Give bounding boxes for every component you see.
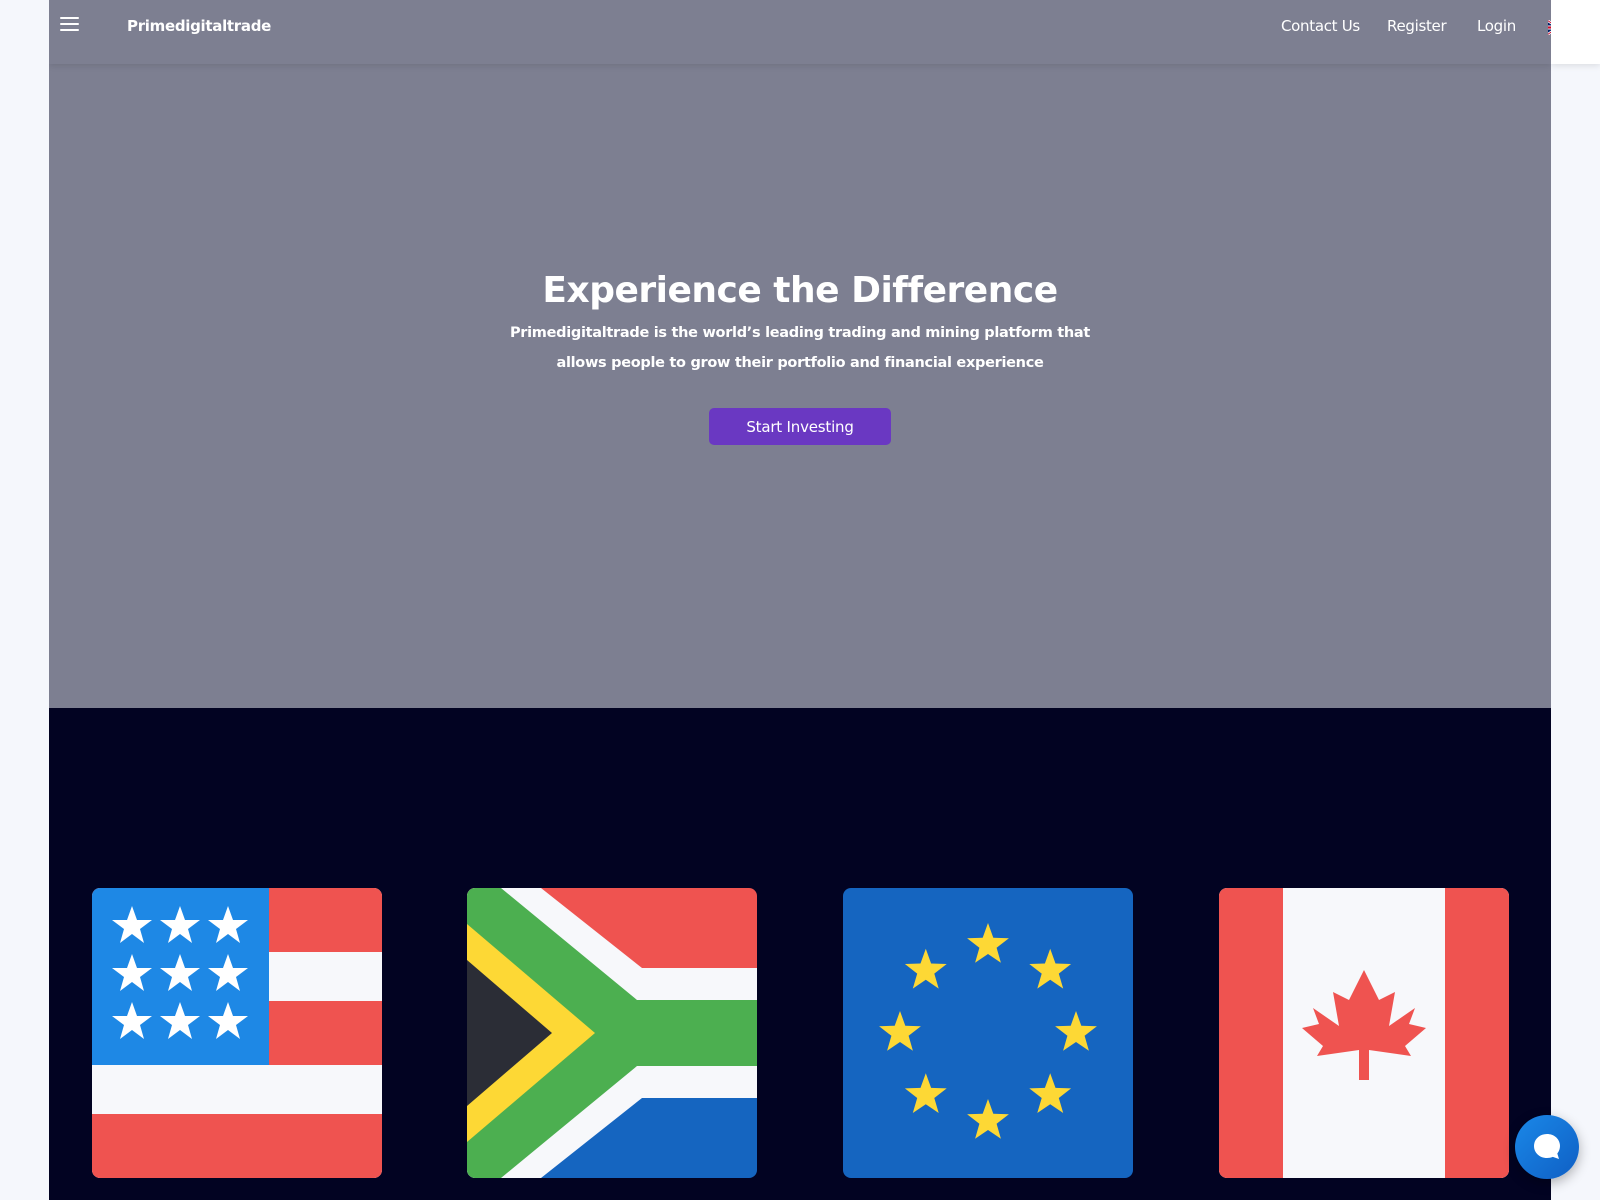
chat-bubble-icon — [1534, 1134, 1560, 1159]
chat-button[interactable] — [1515, 1115, 1579, 1179]
hamburger-menu-icon[interactable] — [60, 14, 80, 34]
uk-flag-icon[interactable] — [1548, 20, 1551, 35]
start-investing-button[interactable]: Start Investing — [709, 408, 891, 445]
navbar-edge — [1551, 0, 1600, 64]
hero-title: Experience the Difference — [542, 270, 1058, 311]
navbar: Primedigitaltrade Contact Us Register Lo… — [49, 0, 1551, 64]
nav-register[interactable]: Register — [1387, 17, 1447, 35]
canada-flag-icon — [1219, 888, 1509, 1178]
usa-flag-icon — [92, 888, 382, 1178]
eu-flag-icon — [843, 888, 1133, 1178]
south-africa-flag-icon — [467, 888, 757, 1178]
nav-contact-us[interactable]: Contact Us — [1281, 17, 1360, 35]
hero-section: Experience the Difference Primedigitaltr… — [49, 0, 1551, 708]
hero-subtitle: Primedigitaltrade is the world’s leading… — [509, 325, 1091, 371]
page: Experience the Difference Primedigitaltr… — [49, 0, 1551, 1200]
brand-logo[interactable]: Primedigitaltrade — [127, 17, 271, 35]
nav-login[interactable]: Login — [1477, 17, 1516, 35]
